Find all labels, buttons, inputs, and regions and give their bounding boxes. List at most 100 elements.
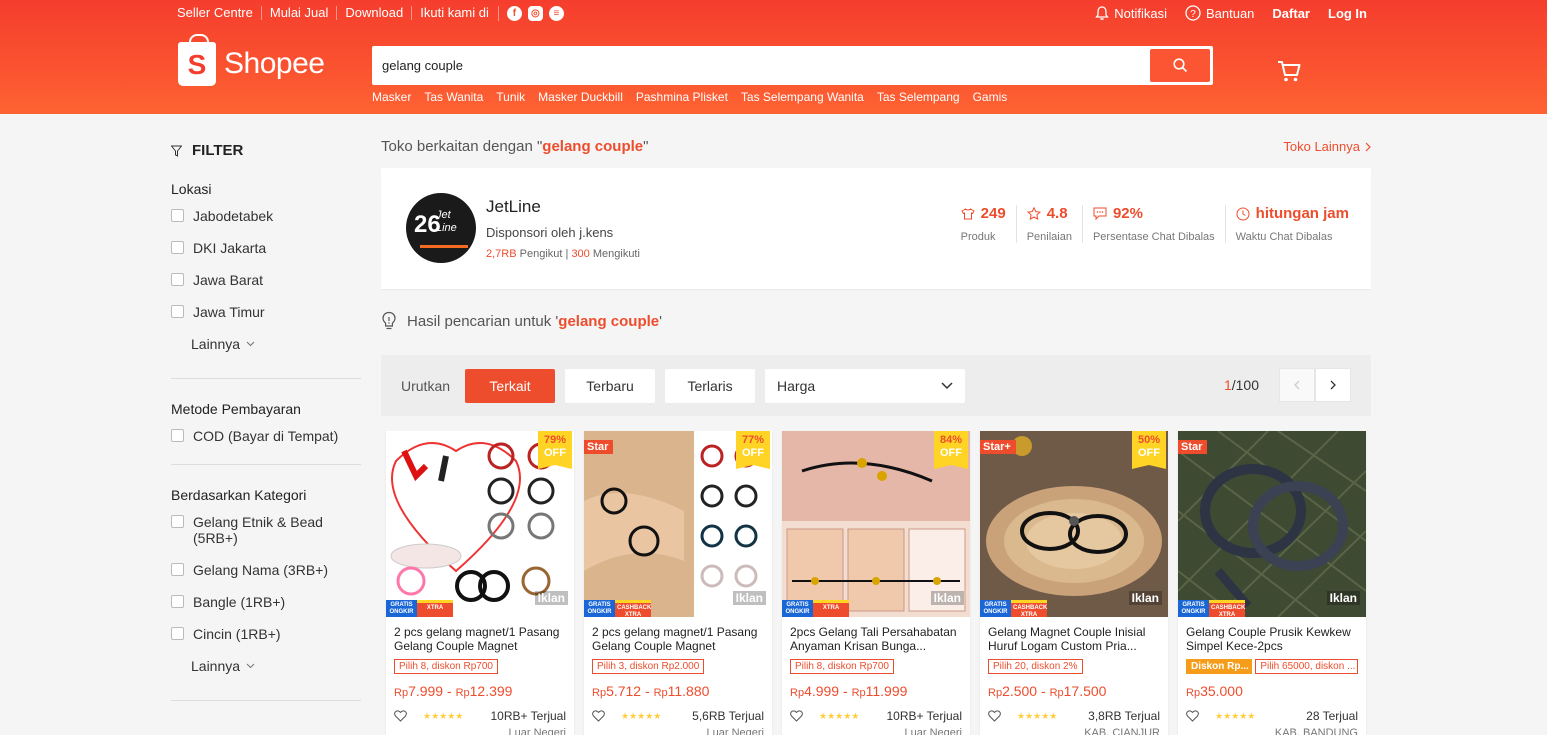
search-hint[interactable]: Tas Wanita [424, 90, 483, 104]
heart-icon[interactable] [394, 710, 407, 722]
promo-label: Pilih 65000, diskon ... [1255, 659, 1358, 674]
sold-count: 3,8RB Terjual [1088, 709, 1160, 723]
price-high: 17.500 [1063, 683, 1107, 699]
promo-label: Pilih 3, diskon Rp2.000 [592, 659, 705, 674]
search-hint[interactable]: Tas Selempang [877, 90, 960, 104]
login-link[interactable]: Log In [1328, 6, 1367, 21]
filter-option[interactable]: Jawa Barat [171, 272, 361, 288]
filter-option-label: Cincin (1RB+) [193, 626, 281, 642]
price-select-label: Harga [777, 377, 816, 394]
checkbox[interactable] [171, 273, 184, 286]
product-card[interactable]: Star GRATIS ONGKIR CASHBACK XTRA Iklan Ge… [1178, 431, 1366, 735]
chevron-down-icon [246, 663, 255, 669]
heart-icon[interactable] [790, 710, 803, 722]
checkbox[interactable] [171, 209, 184, 222]
avatar-text: Jet Line [436, 209, 457, 235]
more-shops-link[interactable]: Toko Lainnya [1283, 139, 1371, 154]
product-card[interactable]: 79% OFF GRATIS ONGKIR XTRA Iklan 2 pcs gel… [386, 431, 574, 735]
help-icon: ? [1185, 5, 1201, 21]
product-card[interactable]: 84% OFF GRATIS ONGKIR XTRA Iklan 2pcs Gela… [782, 431, 970, 735]
location-group-title: Lokasi [171, 181, 212, 197]
product-location: KAB. CIANJUR [1084, 727, 1160, 735]
sort-relevant-button[interactable]: Terkait [465, 368, 556, 403]
start-selling-link[interactable]: Mulai Jual [260, 6, 337, 20]
more-categories-toggle[interactable]: Lainnya [191, 658, 361, 674]
currency: Rp [592, 687, 607, 699]
heart-icon[interactable] [988, 710, 1001, 722]
product-card[interactable]: Star+ 50% OFF GRATIS ONGKIR CASHBACK XTRA … [980, 431, 1168, 735]
search-button[interactable] [1150, 49, 1210, 82]
search-hint[interactable]: Masker Duckbill [538, 90, 623, 104]
prev-page-button[interactable] [1279, 368, 1315, 402]
checkbox[interactable] [171, 515, 184, 528]
product-grid: 79% OFF GRATIS ONGKIR XTRA Iklan 2 pcs gel… [386, 431, 1366, 735]
filter-option[interactable]: DKI Jakarta [171, 240, 361, 256]
search-hint[interactable]: Pashmina Plisket [636, 90, 728, 104]
product-card[interactable]: Star 77% OFF GRATIS ONGKIR CASHBACK XTRA I… [584, 431, 772, 735]
related-suffix: " [643, 138, 649, 155]
search-hint[interactable]: Masker [372, 90, 411, 104]
sort-newest-button[interactable]: Terbaru [565, 368, 656, 403]
filter-option[interactable]: Jawa Timur [171, 304, 361, 320]
checkbox[interactable] [171, 241, 184, 254]
currency: Rp [1186, 687, 1201, 699]
shop-card[interactable]: 26 Jet Line JetLine Disponsori oleh j.ken… [381, 168, 1371, 289]
seller-centre-link[interactable]: Seller Centre [177, 6, 261, 20]
result-prefix: Hasil pencarian untuk ' [407, 312, 559, 330]
search-hint[interactable]: Gamis [973, 90, 1008, 104]
promo-label: Pilih 8, diskon Rp700 [394, 659, 498, 674]
currency: Rp [455, 687, 470, 699]
product-price: Rp5.712 - Rp11.880 [592, 683, 710, 699]
more-locations-toggle[interactable]: Lainnya [191, 336, 361, 352]
filter-option[interactable]: Gelang Nama (3RB+) [171, 562, 361, 578]
download-link[interactable]: Download [336, 6, 411, 20]
sold-count: 10RB+ Terjual [886, 709, 963, 723]
checkbox[interactable] [171, 305, 184, 318]
sort-label: Urutkan [401, 377, 451, 394]
filter-label: FILTER [192, 142, 244, 159]
filter-option[interactable]: Cincin (1RB+) [171, 626, 361, 642]
related-keyword: gelang couple [542, 138, 644, 155]
topbar-left: Seller Centre Mulai Jual Download Ikuti … [177, 5, 572, 21]
product-location: Luar Negeri [508, 727, 566, 735]
checkbox[interactable] [171, 627, 184, 640]
instagram-icon[interactable]: ◎ [527, 5, 543, 21]
product-price: Rp35.000 [1186, 683, 1358, 699]
search-hint[interactable]: Tas Selempang Wanita [741, 90, 864, 104]
heart-icon[interactable] [592, 710, 605, 722]
heart-icon[interactable] [1186, 710, 1199, 722]
filter-option[interactable]: Gelang Etnik & Bead (5RB+) [171, 514, 361, 546]
price-low: 5.712 [606, 683, 642, 699]
filter-option-label: Bangle (1RB+) [193, 594, 286, 610]
search-hint[interactable]: Tunik [496, 90, 525, 104]
facebook-icon[interactable]: f [506, 5, 522, 21]
discount-value: 77% [741, 434, 765, 446]
price-high: 11.999 [865, 683, 908, 699]
bell-icon [1095, 5, 1110, 20]
filter-option[interactable]: COD (Bayar di Tempat) [171, 428, 361, 444]
search-bar [372, 46, 1213, 85]
checkbox[interactable] [171, 563, 184, 576]
shop-stats: 249 Produk 4.8 Penilaian 92% Persentase … [951, 205, 1359, 243]
line-icon[interactable]: ≡ [548, 5, 564, 21]
sort-bestselling-button[interactable]: Terlaris [665, 368, 756, 403]
notifications-link[interactable]: Notifikasi [1095, 6, 1167, 21]
help-link[interactable]: ? Bantuan [1185, 5, 1254, 21]
promo-tags: GRATIS ONGKIR CASHBACK XTRA [980, 600, 1047, 617]
shopee-logo[interactable]: S Shopee [178, 34, 325, 86]
checkbox[interactable] [171, 429, 184, 442]
checkbox[interactable] [171, 595, 184, 608]
filter-option[interactable]: Bangle (1RB+) [171, 594, 361, 610]
sort-price-select[interactable]: Harga [765, 368, 966, 403]
stat-label: Produk [960, 231, 996, 243]
promo-label: Diskon Rp... [1186, 659, 1253, 674]
next-page-button[interactable] [1315, 368, 1351, 402]
search-input[interactable] [375, 49, 1150, 82]
filter-title: FILTER [171, 142, 361, 159]
filter-option-label: COD (Bayar di Tempat) [193, 428, 339, 444]
register-link[interactable]: Daftar [1272, 6, 1310, 21]
promo-tags: GRATIS ONGKIR XTRA [782, 600, 849, 617]
promo-tags: GRATIS ONGKIR CASHBACK XTRA [1178, 600, 1245, 617]
cart-button[interactable] [1276, 58, 1302, 87]
filter-option[interactable]: Jabodetabek [171, 208, 361, 224]
